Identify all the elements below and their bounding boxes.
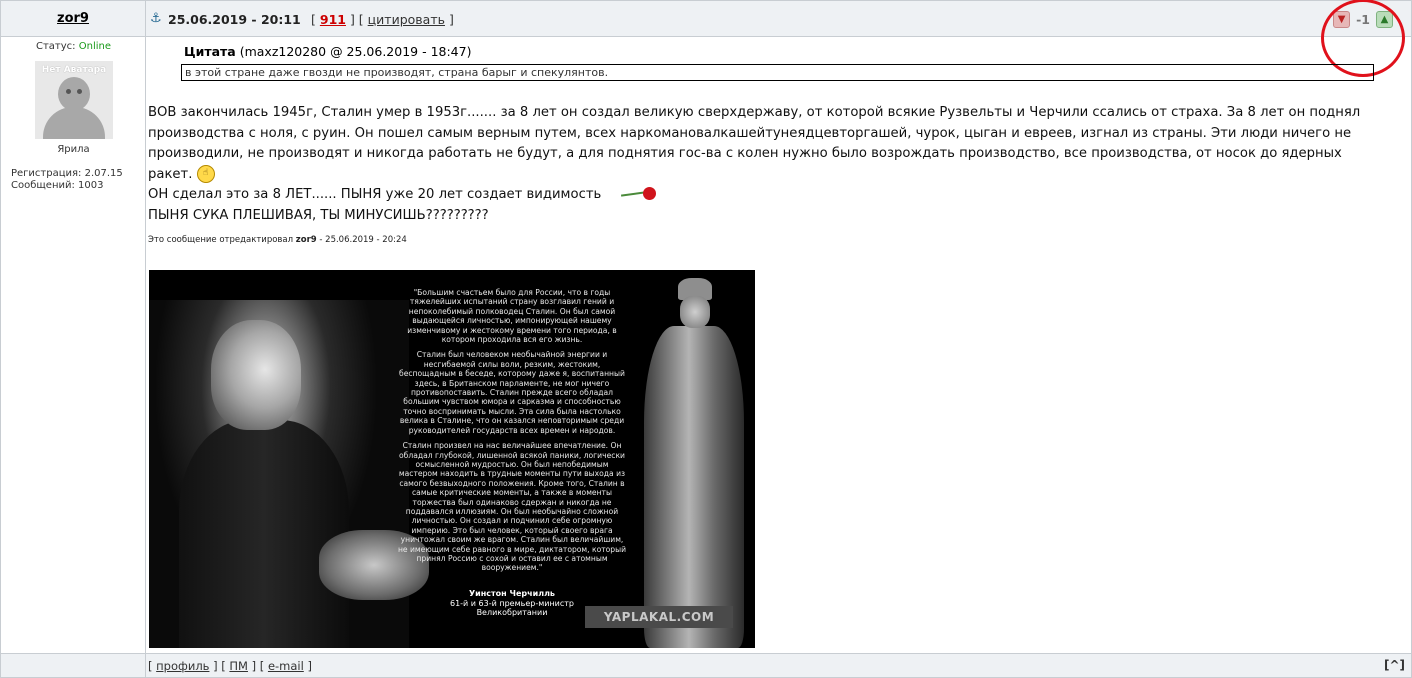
bracket: [	[311, 12, 316, 27]
footer-links: [ профиль ] [ ПМ ] [ e-mail ]	[148, 659, 312, 673]
post-image[interactable]: "Большим счастьем было для России, что в…	[149, 270, 755, 648]
anchor-icon[interactable]: ⚓	[150, 11, 162, 26]
quote-box: в этой стране даже гвозди не производят,…	[181, 64, 1374, 81]
post-line-2: ОН сделал это за 8 ЛЕТ...... ПЫНЯ уже 20…	[148, 187, 602, 202]
post-number-link[interactable]: 911	[320, 12, 346, 27]
bracket: [	[148, 659, 153, 673]
email-link[interactable]: e-mail	[268, 659, 304, 673]
statue-body	[644, 326, 744, 648]
edited-user: zor9	[295, 235, 317, 245]
image-quote: "Большим счастьем было для России, что в…	[397, 288, 627, 579]
post-line-1: ВОВ закончилась 1945г, Сталин умер в 195…	[148, 105, 1361, 182]
bracket: ]	[448, 12, 454, 27]
image-quote-p1: "Большим счастьем было для России, что в…	[407, 288, 617, 345]
back-to-top-button[interactable]: [^]	[1384, 658, 1405, 672]
bracket: ] [	[213, 659, 226, 673]
edited-date: - 25.06.2019 - 20:24	[319, 235, 407, 245]
avatar-eye	[66, 89, 71, 94]
avatar[interactable]: Нет Аватара	[35, 61, 113, 139]
profile-link[interactable]: профиль	[156, 659, 209, 673]
avatar-head	[58, 77, 90, 111]
post-paragraph: ОН сделал это за 8 ЛЕТ...... ПЫНЯ уже 20…	[148, 185, 1368, 206]
no-avatar-label: Нет Аватара	[41, 65, 107, 75]
quote-header: Цитата (maxz120280 @ 25.06.2019 - 18:47)	[184, 44, 471, 59]
author-link[interactable]: zor9	[57, 11, 89, 26]
registration-date: Регистрация: 2.07.15	[11, 168, 123, 179]
image-quote-p3: Сталин произвел на нас величайшее впечат…	[397, 441, 627, 573]
edited-note: Это сообщение отредактировал zor9 - 25.0…	[148, 235, 407, 245]
quote-label: Цитата	[184, 44, 236, 59]
avatar-body	[43, 107, 105, 139]
post-text: ВОВ закончилась 1945г, Сталин умер в 195…	[148, 103, 1368, 226]
statue-stalin	[624, 278, 754, 648]
edited-prefix: Это сообщение отредактировал	[148, 235, 294, 245]
forum-post: zor9 ⚓ 25.06.2019 - 20:11 [ 911 ] [ цити…	[0, 0, 1412, 678]
portrait-face	[211, 320, 301, 430]
message-count: Сообщений: 1003	[11, 180, 104, 191]
user-rank: Ярила	[57, 144, 90, 155]
footer-left	[1, 653, 146, 677]
post-header: ⚓ 25.06.2019 - 20:11 [ 911 ] [ цитироват…	[146, 0, 1411, 77]
bracket: ] [	[349, 12, 364, 27]
user-info-column: Статус: Online Нет Аватара Ярила Регистр…	[1, 37, 146, 653]
cite-link[interactable]: цитировать	[368, 12, 445, 27]
portrait-churchill	[149, 300, 429, 648]
post-footer: [ профиль ] [ ПМ ] [ e-mail ] [^]	[146, 653, 1411, 677]
statue-face	[680, 296, 710, 328]
post-line-3: ПЫНЯ СУКА ПЛЕШИВАЯ, ТЫ МИНУСИШЬ?????????	[148, 207, 489, 223]
bracket: ]	[307, 659, 312, 673]
image-quote-p2: Сталин был человеком необычайной энергии…	[399, 350, 625, 435]
post-meta: [ 911 ] [ цитировать ]	[311, 12, 454, 27]
rose-icon	[621, 187, 657, 201]
status-online: Online	[78, 41, 111, 52]
bracket: ] [	[251, 659, 265, 673]
watermark: YAPLAKAL.COM	[585, 606, 733, 628]
post-paragraph: ВОВ закончилась 1945г, Сталин умер в 195…	[148, 103, 1368, 185]
status-label: Статус:	[36, 41, 76, 52]
post-body: Цитата (maxz120280 @ 25.06.2019 - 18:47)…	[146, 37, 1411, 653]
user-status: Статус: Online	[1, 41, 146, 52]
post-author-cell: zor9	[1, 1, 146, 37]
pm-link[interactable]: ПМ	[229, 659, 248, 673]
post-date: 25.06.2019 - 20:11	[168, 12, 301, 27]
smiley-icon: ☝	[196, 164, 215, 183]
portrait-coat	[179, 420, 349, 648]
avatar-eye	[77, 89, 82, 94]
signature-name: Уинстон Черчилль	[469, 589, 555, 598]
user-stats: Регистрация: 2.07.15 Сообщений: 1003	[11, 168, 123, 192]
quote-source: (maxz120280 @ 25.06.2019 - 18:47)	[239, 44, 472, 59]
